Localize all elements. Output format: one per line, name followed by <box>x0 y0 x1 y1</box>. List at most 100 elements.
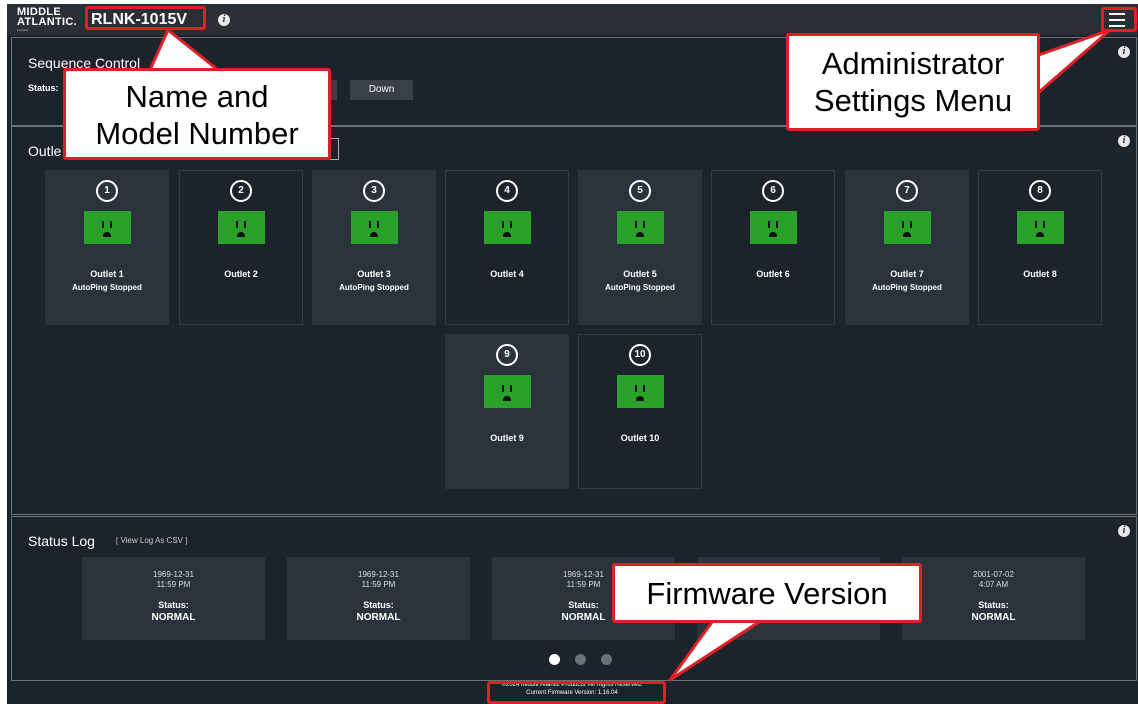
outlet-number-badge: 2 <box>230 180 252 202</box>
status-log-info-icon[interactable]: i <box>1118 525 1130 537</box>
sequence-info-icon[interactable]: i <box>1118 46 1130 58</box>
power-outlet-icon[interactable] <box>1017 211 1064 244</box>
outlet-name: Outlet 5 <box>623 269 657 279</box>
outlet-prong <box>510 221 512 228</box>
log-status-value: NORMAL <box>971 612 1016 623</box>
outlet-tile[interactable]: 4 Outlet 4 <box>445 170 569 325</box>
sequence-down-button[interactable]: Down <box>350 80 413 100</box>
outlet-tile[interactable]: 10 Outlet 10 <box>578 334 702 489</box>
log-time: 11:59 PM <box>156 580 191 589</box>
carousel-page-dot[interactable] <box>575 654 586 665</box>
outlet-prong <box>377 221 379 228</box>
outlet-number-badge: 5 <box>629 180 651 202</box>
outlet-tile[interactable]: 7 Outlet 7 AutoPing Stopped <box>845 170 969 325</box>
power-outlet-icon[interactable] <box>750 211 797 244</box>
outlet-prong <box>902 221 904 228</box>
outlet-prong <box>502 385 504 392</box>
carousel-page-dot[interactable] <box>549 654 560 665</box>
log-date: 1969-12-31 <box>153 570 194 579</box>
power-outlet-icon[interactable] <box>617 211 664 244</box>
outlet-name: Outlet 8 <box>1023 269 1057 279</box>
outlet-number-badge: 7 <box>896 180 918 202</box>
outlet-number-badge: 1 <box>96 180 118 202</box>
outlets-panel: Outle i 1 Outlet 1 AutoPing Stopped 2 Outlet… <box>11 126 1137 515</box>
outlet-tile[interactable]: 1 Outlet 1 AutoPing Stopped <box>45 170 169 325</box>
power-outlet-icon[interactable] <box>218 211 265 244</box>
name-model-callout: Name and Model Number <box>63 68 331 160</box>
status-log-card: 2001-07-02 4:07 AM Status: NORMAL <box>902 557 1085 640</box>
outlet-prong <box>502 221 504 228</box>
power-outlet-icon[interactable] <box>484 211 531 244</box>
log-status-label: Status: <box>978 600 1009 610</box>
name-model-callout-line1: Name and <box>125 79 269 114</box>
log-status-value: NORMAL <box>151 612 196 623</box>
status-log-panel: Status Log [ View Log As CSV ] i 1969-12… <box>11 516 1137 681</box>
log-date: 2001-07-02 <box>973 570 1014 579</box>
outlet-prong <box>643 221 645 228</box>
view-log-csv-link[interactable]: [ View Log As CSV ] <box>116 536 187 545</box>
outlet-ground <box>903 232 911 237</box>
outlet-name: Outlet 10 <box>620 433 660 443</box>
outlet-ground <box>103 232 111 237</box>
outlet-tile[interactable]: 6 Outlet 6 <box>711 170 835 325</box>
outlet-tile[interactable]: 2 Outlet 2 <box>179 170 303 325</box>
outlet-prong <box>244 221 246 228</box>
status-log-card: 1969-12-31 11:59 PM Status: NORMAL <box>287 557 470 640</box>
firmware-highlight <box>487 681 666 704</box>
outlet-prong <box>102 221 104 228</box>
outlet-name: Outlet 2 <box>224 269 258 279</box>
outlet-status: AutoPing Stopped <box>339 283 409 292</box>
outlet-prong <box>635 221 637 228</box>
outlet-status: AutoPing Stopped <box>872 283 942 292</box>
outlet-number-badge: 9 <box>496 344 518 366</box>
outlet-number-badge: 10 <box>629 344 651 366</box>
device-info-icon[interactable]: i <box>218 14 230 26</box>
admin-settings-callout: Administrator Settings Menu <box>786 33 1040 131</box>
outlet-status: AutoPing Stopped <box>72 283 142 292</box>
outlet-number-badge: 8 <box>1029 180 1051 202</box>
power-outlet-icon[interactable] <box>884 211 931 244</box>
outlet-number-badge: 4 <box>496 180 518 202</box>
outlet-name: Outlet 4 <box>490 269 524 279</box>
outlet-number-badge: 6 <box>762 180 784 202</box>
log-time: 11:59 PM <box>361 580 396 589</box>
outlet-tile[interactable]: 3 Outlet 3 AutoPing Stopped <box>312 170 436 325</box>
outlets-info-icon[interactable]: i <box>1118 135 1130 147</box>
outlet-name: Outlet 7 <box>890 269 924 279</box>
outlet-ground <box>636 396 644 401</box>
log-date: 1969-12-31 <box>358 570 399 579</box>
outlet-ground <box>1036 232 1044 237</box>
power-outlet-icon[interactable] <box>84 211 131 244</box>
outlet-ground <box>503 232 511 237</box>
outlet-tile[interactable]: 9 Outlet 9 <box>445 334 569 489</box>
admin-menu-highlight <box>1101 7 1137 32</box>
name-model-callout-line2: Model Number <box>95 116 299 151</box>
logo-line-2: ATLANTIC. <box>17 16 77 28</box>
outlet-tile[interactable]: 5 Outlet 5 AutoPing Stopped <box>578 170 702 325</box>
log-time: 4:07 AM <box>978 580 1009 589</box>
middle-atlantic-logo: MIDDLE ATLANTIC. Legrand <box>17 7 91 33</box>
admin-callout-line2: Settings Menu <box>813 83 1013 118</box>
outlet-prong <box>369 221 371 228</box>
outlet-prong <box>110 221 112 228</box>
power-outlet-icon[interactable] <box>351 211 398 244</box>
status-log-title: Status Log <box>28 533 95 549</box>
outlet-group-select[interactable] <box>330 138 339 160</box>
outlet-prong <box>643 385 645 392</box>
name-model-highlight <box>85 6 206 30</box>
outlet-ground <box>503 396 511 401</box>
outlet-prong <box>510 385 512 392</box>
outlet-prong <box>768 221 770 228</box>
outlet-ground <box>636 232 644 237</box>
carousel-page-dot[interactable] <box>601 654 612 665</box>
firmware-callout: Firmware Version <box>612 563 922 623</box>
outlet-status: AutoPing Stopped <box>605 283 675 292</box>
outlet-name: Outlet 3 <box>357 269 391 279</box>
outlet-name: Outlet 6 <box>756 269 790 279</box>
power-outlet-icon[interactable] <box>617 375 664 408</box>
outlet-ground <box>237 232 245 237</box>
power-outlet-icon[interactable] <box>484 375 531 408</box>
outlet-tile[interactable]: 8 Outlet 8 <box>978 170 1102 325</box>
logo-tagline: Legrand <box>17 28 29 32</box>
sequence-status-label: Status: <box>28 83 59 93</box>
